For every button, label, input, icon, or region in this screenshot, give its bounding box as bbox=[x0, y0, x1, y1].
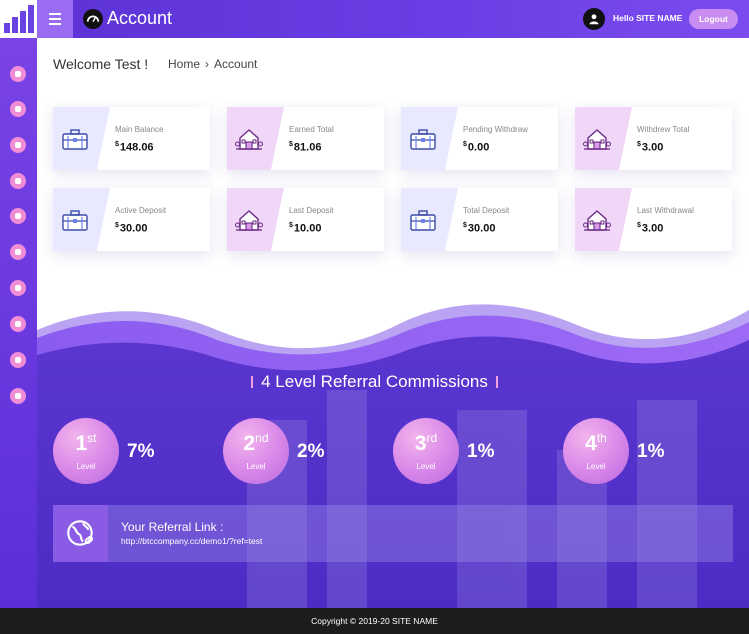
currency-symbol: $ bbox=[637, 222, 641, 229]
house-icon bbox=[575, 188, 632, 251]
stat-card: Pending Withdraw $0.00 bbox=[401, 107, 558, 170]
house-icon bbox=[575, 107, 632, 170]
globe-icon bbox=[53, 505, 108, 562]
stat-value: $10.00 bbox=[289, 222, 321, 235]
edit-icon[interactable] bbox=[10, 101, 26, 117]
level-number: 4th bbox=[585, 431, 607, 455]
level-label: Level bbox=[76, 462, 96, 471]
stat-label: Last Withdrawal bbox=[637, 206, 694, 215]
stat-amount: 30.00 bbox=[467, 222, 496, 235]
stat-label: Last Deposit bbox=[289, 206, 334, 215]
stat-label: Withdrew Total bbox=[637, 125, 690, 134]
stat-amount: 3.00 bbox=[641, 141, 664, 154]
referral-title-text: 4 Level Referral Commissions bbox=[261, 372, 488, 391]
referral-level-circle: 2nd Level bbox=[223, 418, 289, 484]
briefcase-icon bbox=[53, 188, 110, 251]
stat-value: $0.00 bbox=[463, 141, 489, 154]
stat-amount: 81.06 bbox=[293, 141, 322, 154]
deposit-icon[interactable] bbox=[10, 137, 26, 153]
briefcase-icon bbox=[401, 188, 458, 251]
breadcrumb: Home › Account bbox=[168, 57, 257, 71]
referral-link-url[interactable]: http://btccompany.cc/demo1/?ref=test bbox=[121, 536, 262, 546]
currency-symbol: $ bbox=[637, 141, 641, 148]
dashboard-icon[interactable] bbox=[10, 66, 26, 82]
stat-amount: 148.06 bbox=[119, 141, 154, 154]
stat-value: $30.00 bbox=[463, 222, 495, 235]
stat-card: Total Deposit $30.00 bbox=[401, 188, 558, 251]
stat-value: $148.06 bbox=[115, 141, 154, 154]
greeting-text: Hello SITE NAME bbox=[613, 13, 683, 23]
page-title: Account bbox=[107, 8, 173, 28]
stat-label: Total Deposit bbox=[463, 206, 510, 215]
level-number: 1st bbox=[75, 431, 97, 455]
stat-card: Withdrew Total $3.00 bbox=[575, 107, 732, 170]
stat-label: Pending Withdraw bbox=[463, 125, 528, 134]
stat-value: $3.00 bbox=[637, 222, 663, 235]
referral-link-box: Your Referral Link : http://btccompany.c… bbox=[53, 505, 733, 562]
stat-label: Active Deposit bbox=[115, 206, 167, 215]
referral-icon[interactable] bbox=[10, 352, 26, 368]
stat-value: $3.00 bbox=[637, 141, 663, 154]
currency-symbol: $ bbox=[115, 222, 119, 229]
house-icon bbox=[227, 188, 284, 251]
chart-icon[interactable] bbox=[10, 208, 26, 224]
stat-amount: 30.00 bbox=[119, 222, 148, 235]
stat-card: Last Deposit $10.00 bbox=[227, 188, 384, 251]
stat-card: Earned Total $81.06 bbox=[227, 107, 384, 170]
stat-label: Earned Total bbox=[289, 125, 334, 134]
user-icon[interactable] bbox=[583, 8, 605, 30]
house-icon bbox=[227, 107, 284, 170]
footer-copyright: Copyright © 2019-20 SITE NAME bbox=[0, 608, 749, 634]
site-logo[interactable] bbox=[0, 0, 37, 38]
stat-value: $81.06 bbox=[289, 141, 321, 154]
referral-title: 4 Level Referral Commissions bbox=[0, 372, 749, 392]
speedometer-icon bbox=[83, 9, 103, 29]
lock-icon[interactable] bbox=[10, 244, 26, 260]
referral-link-label: Your Referral Link : bbox=[121, 520, 224, 534]
level-number: 2nd bbox=[243, 431, 269, 455]
user-icon[interactable] bbox=[10, 280, 26, 296]
level-percent: 1% bbox=[467, 441, 495, 462]
sidebar bbox=[0, 38, 37, 608]
referral-level-circle: 3rd Level bbox=[393, 418, 459, 484]
menu-toggle-button[interactable] bbox=[37, 0, 73, 38]
welcome-heading: Welcome Test ! bbox=[53, 56, 149, 72]
briefcase-icon bbox=[53, 107, 110, 170]
stat-card: Last Withdrawal $3.00 bbox=[575, 188, 732, 251]
currency-symbol: $ bbox=[289, 222, 293, 229]
currency-symbol: $ bbox=[115, 141, 119, 148]
top-bar: Account Hello SITE NAME Logout bbox=[0, 0, 749, 38]
stat-card: Active Deposit $30.00 bbox=[53, 188, 210, 251]
breadcrumb-separator: › bbox=[205, 57, 210, 71]
stat-amount: 10.00 bbox=[293, 222, 322, 235]
stat-card: Main Balance $148.06 bbox=[53, 107, 210, 170]
referral-level-circle: 1st Level bbox=[53, 418, 119, 484]
stat-amount: 3.00 bbox=[641, 222, 664, 235]
briefcase-icon bbox=[401, 107, 458, 170]
stat-value: $30.00 bbox=[115, 222, 147, 235]
breadcrumb-current: Account bbox=[214, 57, 258, 71]
stat-amount: 0.00 bbox=[467, 141, 490, 154]
breadcrumb-home-link[interactable]: Home bbox=[168, 57, 200, 71]
logout-button[interactable]: Logout bbox=[689, 9, 738, 29]
level-percent: 2% bbox=[297, 441, 325, 462]
currency-symbol: $ bbox=[463, 222, 467, 229]
wallet-icon[interactable] bbox=[10, 316, 26, 332]
level-label: Level bbox=[586, 462, 606, 471]
level-percent: 1% bbox=[637, 441, 665, 462]
currency-symbol: $ bbox=[289, 141, 293, 148]
level-number: 3rd bbox=[414, 431, 438, 455]
history-icon[interactable] bbox=[10, 173, 26, 189]
level-label: Level bbox=[416, 462, 436, 471]
currency-symbol: $ bbox=[463, 141, 467, 148]
referral-level-circle: 4th Level bbox=[563, 418, 629, 484]
level-label: Level bbox=[246, 462, 266, 471]
stat-label: Main Balance bbox=[115, 125, 164, 134]
level-percent: 7% bbox=[127, 441, 155, 462]
